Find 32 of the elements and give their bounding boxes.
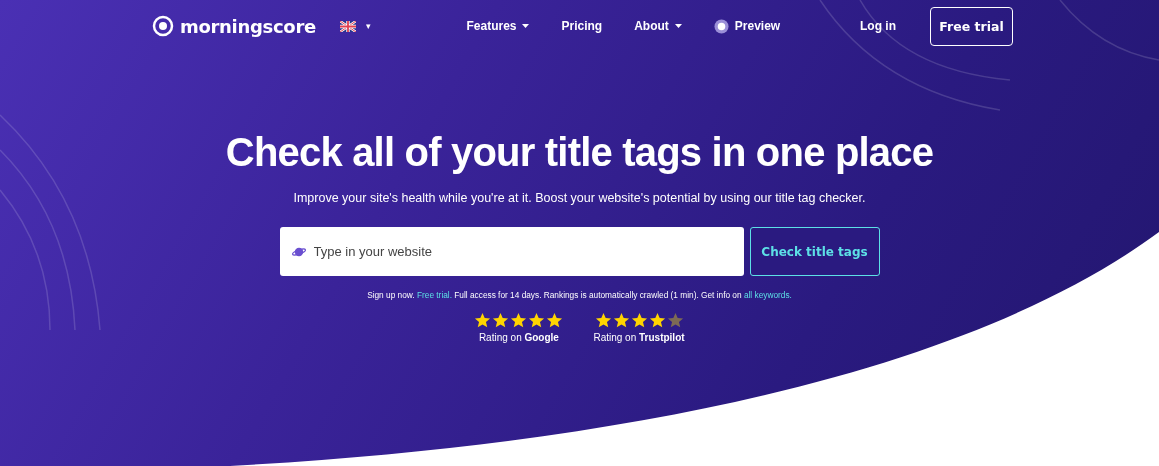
- caret-icon: [674, 24, 682, 28]
- rating-label: Rating on Trustpilot: [593, 332, 685, 343]
- star-icon: [612, 312, 630, 329]
- note-link[interactable]: all keywords.: [743, 290, 792, 300]
- star-icon: [630, 312, 648, 329]
- logo-icon: [152, 15, 174, 37]
- website-input-field[interactable]: Type in your website: [279, 227, 744, 276]
- note-link[interactable]: Free trial.: [416, 290, 452, 300]
- signup-note: Sign up now. Free trial. Full access for 14 days. Rankings is automatically crawled (1 min). Get info on all keywords.: [367, 290, 792, 300]
- nav-link[interactable]: Pricing: [561, 19, 603, 33]
- flag-icon[interactable]: [339, 20, 356, 32]
- star-icon: [474, 312, 492, 329]
- check-title-tags-button[interactable]: Check title tags: [749, 227, 880, 276]
- star-icon: [648, 312, 666, 329]
- preview-icon: [713, 18, 729, 34]
- star-icon: [510, 312, 528, 329]
- nav-link[interactable]: About: [634, 19, 682, 33]
- nav-link[interactable]: Features: [466, 19, 530, 33]
- rating-label: Rating on Google: [478, 332, 559, 343]
- planet-icon: [291, 246, 306, 258]
- login-link[interactable]: Log in: [860, 19, 896, 33]
- logo-text[interactable]: morningscore: [180, 15, 316, 37]
- nav-link[interactable]: Preview: [713, 18, 781, 34]
- language-caret[interactable]: ▾: [365, 21, 371, 31]
- star-icon: [492, 312, 510, 329]
- star-icon: [546, 312, 564, 329]
- star-icon: [528, 312, 546, 329]
- hero-subtitle: Improve your site's health while you're at it. Boost your website's potential by using our title tag checker.: [293, 191, 866, 205]
- free-trial-button[interactable]: Free trial: [930, 6, 1013, 46]
- hero-title: Check all of your title tags in one place: [225, 130, 934, 175]
- star-icon: [594, 312, 612, 329]
- caret-icon: [522, 24, 530, 28]
